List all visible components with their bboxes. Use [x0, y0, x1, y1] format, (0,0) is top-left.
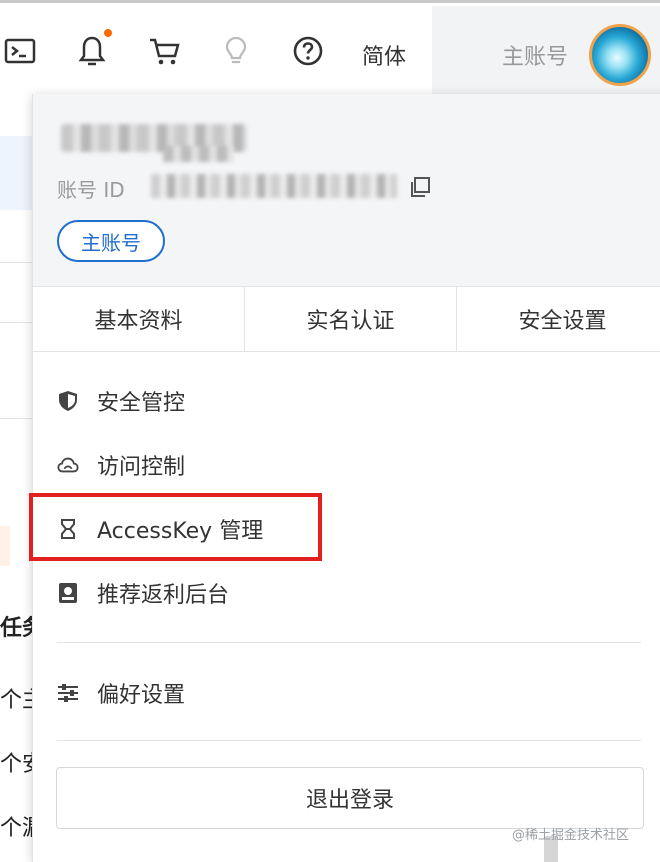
background-divider [0, 418, 32, 419]
background-text: 个漏 [0, 816, 32, 841]
rebate-icon [57, 582, 79, 604]
menu-item-label: 访问控制 [97, 455, 186, 480]
cart-icon[interactable] [146, 33, 182, 69]
account-type-badge: 主账号 [57, 220, 165, 262]
menu-item-security-control[interactable]: 安全管控 [57, 381, 185, 421]
tab-basic-profile[interactable]: 基本资料 [33, 287, 245, 351]
menu-divider [57, 642, 641, 643]
tab-real-name-verification[interactable]: 实名认证 [245, 287, 457, 351]
background-text: 任务 [0, 616, 32, 641]
account-id-redacted [151, 174, 397, 198]
background-selected-row [0, 136, 32, 210]
account-dropdown-panel: 账号 ID 主账号 基本资料 实名认证 安全设置 安全管控 访问控制 Acces… [32, 94, 660, 862]
background-text: 个主 [0, 688, 32, 713]
notification-dot [104, 29, 112, 37]
lightbulb-icon[interactable] [218, 33, 254, 69]
sliders-icon [57, 682, 79, 704]
account-id-label: 账号 ID [57, 178, 125, 202]
cloud-icon [57, 454, 79, 476]
background-divider [0, 322, 32, 323]
background-divider [0, 262, 32, 263]
help-icon[interactable] [290, 33, 326, 69]
shield-icon [57, 390, 79, 412]
menu-item-access-control[interactable]: 访问控制 [57, 445, 185, 485]
menu-item-referral-rebate[interactable]: 推荐返利后台 [57, 573, 229, 613]
top-navigation-bar: 简体 主账号 [0, 0, 660, 103]
account-name-redacted [163, 146, 233, 162]
accesskey-highlight-box [29, 493, 322, 561]
menu-divider [57, 740, 641, 741]
account-tabs: 基本资料 实名认证 安全设置 [33, 286, 660, 352]
logout-button[interactable]: 退出登录 [56, 767, 644, 829]
language-switch[interactable]: 简体 [362, 39, 406, 71]
background-tag [0, 526, 10, 566]
avatar[interactable] [589, 24, 651, 86]
tab-security-settings[interactable]: 安全设置 [457, 287, 660, 351]
menu-item-label: 推荐返利后台 [97, 583, 230, 608]
account-type-label[interactable]: 主账号 [502, 39, 568, 71]
terminal-icon[interactable] [2, 33, 38, 69]
menu-item-preferences[interactable]: 偏好设置 [57, 673, 185, 713]
bell-icon[interactable] [74, 33, 110, 69]
account-info-header: 账号 ID 主账号 [33, 94, 660, 286]
menu-item-label: 安全管控 [97, 391, 186, 416]
watermark: @稀土掘金技术社区 [512, 828, 630, 843]
menu-item-label: 偏好设置 [97, 683, 186, 708]
copy-icon[interactable] [409, 176, 431, 198]
background-text: 个安 [0, 752, 32, 777]
